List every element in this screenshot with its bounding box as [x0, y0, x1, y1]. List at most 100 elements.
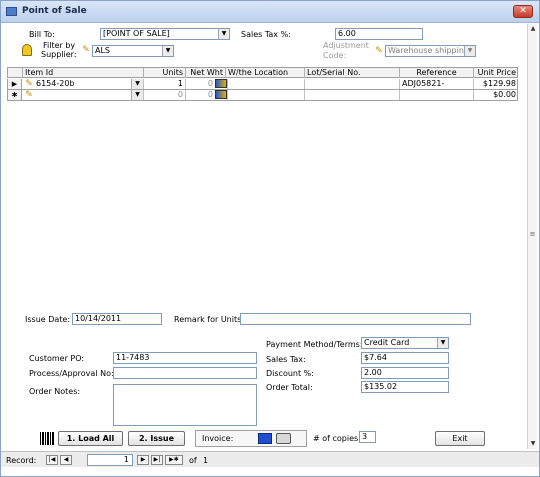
issue-date-input[interactable]: 10/14/2011: [72, 313, 162, 325]
bill-to-combo[interactable]: [POINT OF SALE] ▼: [100, 28, 230, 40]
col-net-wht[interactable]: Net Wht: [185, 68, 225, 78]
cell-item-id[interactable]: 6154-20b: [34, 79, 143, 89]
next-record-button[interactable]: ▶: [137, 455, 149, 465]
col-reference[interactable]: Reference: [399, 68, 473, 78]
scroll-up-icon[interactable]: ▲: [528, 24, 538, 34]
key-icon: [22, 44, 32, 56]
pos-window: Point of Sale ✕ Bill To: [POINT OF SALE]…: [0, 0, 540, 477]
remark-label: Remark for Units:: [174, 315, 244, 324]
remark-input[interactable]: [240, 313, 471, 325]
printer-icon[interactable]: [276, 433, 291, 444]
order-notes-textarea[interactable]: [113, 384, 257, 426]
load-all-button[interactable]: 1. Load All: [58, 431, 123, 446]
cell-lot-serial[interactable]: [304, 79, 399, 89]
new-record-indicator-icon[interactable]: ✱: [8, 90, 22, 100]
payment-method-value: Credit Card: [364, 338, 410, 347]
chevron-down-icon[interactable]: ▼: [162, 46, 173, 56]
sales-tax-pct-label: Sales Tax %:: [241, 30, 291, 39]
new-record-button[interactable]: ▶✱: [165, 455, 183, 465]
sales-tax-value[interactable]: $7.64: [361, 352, 449, 364]
location-picker-icon[interactable]: [215, 90, 227, 99]
pencil-icon[interactable]: ✎: [24, 79, 34, 89]
exit-button[interactable]: Exit: [435, 431, 485, 446]
sales-tax-label: Sales Tax:: [266, 355, 306, 364]
grid-header: Item Id Units Net Wht W/the Location Lot…: [7, 67, 518, 78]
issue-date-label: Issue Date:: [25, 315, 71, 324]
approval-input[interactable]: [113, 367, 257, 379]
supplier-filter-value: ALS: [95, 46, 111, 55]
table-row[interactable]: ▶ ✎ 6154-20b ▼ 1 0 ADJ05821- $129.98: [7, 79, 518, 90]
bill-to-value: [POINT OF SALE]: [103, 29, 170, 38]
col-lot-serial[interactable]: Lot/Serial No.: [304, 68, 399, 78]
prev-record-button[interactable]: ◀: [60, 455, 72, 465]
cell-location[interactable]: [227, 79, 304, 89]
cell-unit-price[interactable]: $0.00: [473, 90, 518, 100]
record-navigator: Record: |◀ ◀ 1 ▶ ▶| ▶✱ of 1: [1, 451, 539, 467]
issue-button[interactable]: 2. Issue: [128, 431, 185, 446]
adjustment-code-value: Warehouse shipping: [388, 46, 469, 55]
payment-method-combo[interactable]: Credit Card ▼: [361, 337, 449, 349]
adjustment-label-2: Code:: [323, 51, 347, 60]
pencil-icon[interactable]: ✎: [374, 46, 384, 56]
adjustment-label-1: Adjustment: [323, 41, 369, 50]
cell-item-id[interactable]: [34, 90, 143, 100]
sales-tax-pct-input[interactable]: 6.00: [335, 28, 423, 40]
bill-to-label: Bill To:: [29, 30, 55, 39]
pencil-icon[interactable]: ✎: [24, 90, 34, 100]
location-picker-icon[interactable]: [215, 79, 227, 88]
supplier-filter-combo[interactable]: ALS ▼: [92, 45, 174, 57]
customer-po-label: Customer PO:: [29, 354, 85, 363]
first-record-button[interactable]: |◀: [46, 455, 58, 465]
invoice-group: Invoice:: [195, 430, 307, 447]
chevron-down-icon[interactable]: ▼: [218, 29, 229, 39]
order-total-label: Order Total:: [266, 383, 313, 392]
monitor-icon[interactable]: [258, 433, 272, 444]
filter-label-1: Filter by: [43, 41, 76, 50]
cell-lot-serial[interactable]: [304, 90, 399, 100]
col-item-id[interactable]: Item Id: [22, 68, 143, 78]
close-button[interactable]: ✕: [513, 5, 533, 18]
chevron-down-icon[interactable]: ▼: [131, 90, 143, 100]
chevron-down-icon[interactable]: ▼: [464, 46, 475, 56]
current-record-indicator-icon[interactable]: ▶: [8, 79, 22, 89]
scroll-down-icon[interactable]: ▼: [528, 439, 538, 449]
cell-units[interactable]: 1: [143, 79, 185, 89]
of-label: of: [189, 456, 197, 465]
col-location[interactable]: W/the Location: [225, 68, 304, 78]
cell-net-wht[interactable]: 0: [185, 90, 215, 100]
record-total: 1: [203, 456, 209, 465]
col-unit-price[interactable]: Unit Price: [473, 68, 518, 78]
filter-label-2: Supplier:: [41, 50, 77, 59]
cell-units[interactable]: 0: [143, 90, 185, 100]
copies-label: # of copies:: [313, 434, 361, 443]
cell-reference[interactable]: [399, 90, 473, 100]
order-total-value[interactable]: $135.02: [361, 381, 449, 393]
col-units[interactable]: Units: [143, 68, 185, 78]
last-record-button[interactable]: ▶|: [151, 455, 163, 465]
title-bar[interactable]: Point of Sale ✕: [1, 1, 539, 23]
chevron-down-icon[interactable]: ▼: [437, 338, 448, 348]
invoice-label: Invoice:: [202, 434, 234, 443]
barcode-icon[interactable]: [40, 432, 54, 445]
form-icon: [6, 7, 17, 16]
order-notes-label: Order Notes:: [29, 387, 81, 396]
adjustment-code-combo[interactable]: Warehouse shipping ▼: [385, 45, 476, 57]
chevron-down-icon[interactable]: ▼: [131, 79, 143, 89]
pencil-icon[interactable]: ✎: [81, 45, 91, 55]
scroll-thumb[interactable]: ≡: [529, 224, 536, 244]
cell-net-wht[interactable]: 0: [185, 79, 215, 89]
window-title: Point of Sale: [22, 6, 87, 16]
discount-label: Discount %:: [266, 369, 314, 378]
discount-input[interactable]: 2.00: [361, 367, 449, 379]
customer-po-input[interactable]: 11-7483: [113, 352, 257, 364]
cell-unit-price[interactable]: $129.98: [473, 79, 518, 89]
cell-reference[interactable]: ADJ05821-: [399, 79, 473, 89]
cell-location[interactable]: [227, 90, 304, 100]
payment-method-label: Payment Method/Terms:: [266, 340, 363, 349]
record-label: Record:: [6, 456, 37, 465]
approval-label: Process/Approval No:: [29, 369, 114, 378]
record-number-input[interactable]: 1: [87, 454, 133, 466]
vertical-scrollbar[interactable]: ▲ ≡ ▼: [527, 24, 537, 449]
copies-input[interactable]: 3: [359, 431, 376, 443]
table-row[interactable]: ✱ ✎ ▼ 0 0 $0.00: [7, 90, 518, 101]
